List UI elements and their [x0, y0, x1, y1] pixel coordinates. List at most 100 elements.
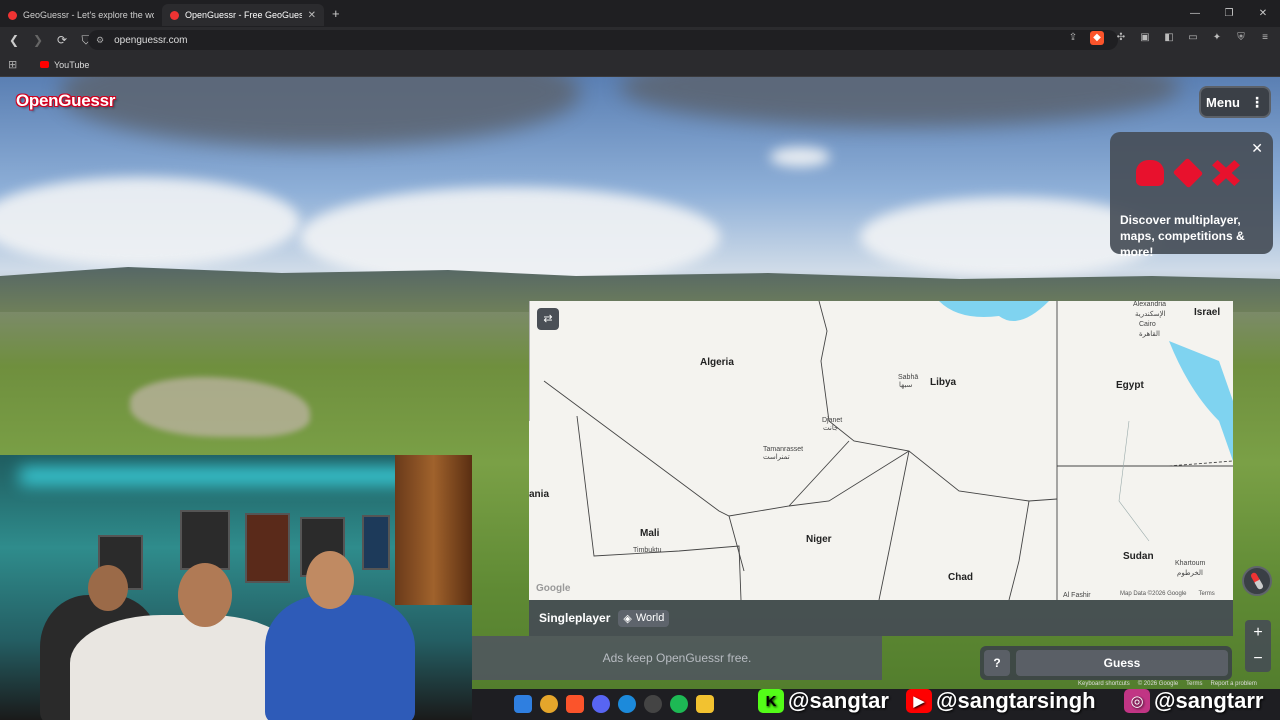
instagram-icon: ◎: [1124, 689, 1150, 713]
browser-menu-icon[interactable]: ≡: [1258, 31, 1272, 45]
edge-icon[interactable]: [618, 695, 636, 713]
tab-openguessr[interactable]: OpenGuessr - Free GeoGuess ✕: [162, 4, 324, 26]
kick-icon: K: [758, 689, 784, 713]
share-icon[interactable]: ⇪: [1066, 31, 1080, 45]
forward-icon[interactable]: ❯: [28, 33, 48, 47]
map-city: القاهرة: [1139, 331, 1160, 338]
guess-controls: ? Guess: [980, 646, 1232, 680]
close-tab-icon[interactable]: ✕: [308, 10, 316, 21]
map-city: تمنراست: [763, 454, 790, 461]
discord-icon[interactable]: [592, 695, 610, 713]
chrome-icon[interactable]: [540, 695, 558, 713]
address-toolbar: ❮ ❯ ⟳ ⛉ ⚙ openguessr.com ⇪ ◆ ✣ ▣ ◧ ▭ ✦ ⛨…: [0, 27, 1280, 53]
person-right: [265, 595, 415, 720]
youtube-handle: @sangtarsingh: [936, 688, 1096, 713]
map-city: Alexandria: [1133, 301, 1167, 308]
social-instagram: ◎ @sangtarr: [1124, 688, 1263, 714]
cloud: [60, 77, 580, 147]
tab-title: GeoGuessr - Let's explore the world!: [23, 10, 154, 20]
map-city: الخرطوم: [1177, 570, 1203, 577]
site-settings-icon[interactable]: ⚙: [96, 35, 104, 46]
back-icon[interactable]: ❮: [4, 33, 24, 47]
cloud: [770, 147, 830, 167]
map-label-country: Sudan: [1123, 551, 1154, 562]
restore-icon[interactable]: ❐: [1212, 0, 1246, 27]
close-icon[interactable]: ✕: [1251, 140, 1263, 157]
location-pin-icon: [8, 10, 17, 20]
brave-shield-icon[interactable]: ◆: [1090, 31, 1104, 45]
layers-icon: ◈: [623, 612, 632, 625]
map-name-badge[interactable]: ◈ World: [618, 609, 670, 627]
cloud: [620, 77, 1180, 127]
vpn-icon[interactable]: ⛨: [1234, 31, 1248, 45]
tab-geoguessr[interactable]: GeoGuessr - Let's explore the world!: [0, 4, 162, 26]
sidebar-icon[interactable]: ◧: [1162, 31, 1176, 45]
person-center-head: [178, 563, 232, 627]
zoom-in-button[interactable]: +: [1245, 620, 1271, 646]
map-label-country: Chad: [948, 572, 973, 583]
tab-title: OpenGuessr - Free GeoGuess: [185, 10, 302, 20]
toolbar-actions: ⇪ ◆ ✣ ▣ ◧ ▭ ✦ ⛨ ≡: [1066, 31, 1272, 45]
map-settings-button[interactable]: ⇄: [537, 308, 559, 330]
minimize-icon[interactable]: —: [1178, 0, 1212, 27]
extensions-icon[interactable]: ✣: [1114, 31, 1128, 45]
cube-icon: [1172, 157, 1204, 189]
footer-link[interactable]: Report a problem: [1211, 681, 1257, 687]
leo-icon[interactable]: ✦: [1210, 31, 1224, 45]
brave-icon[interactable]: [566, 695, 584, 713]
wallet-icon[interactable]: ▭: [1186, 31, 1200, 45]
youtube-icon: ▶: [906, 689, 932, 713]
guess-button[interactable]: Guess: [1016, 650, 1228, 676]
map-label-country: Israel: [1194, 307, 1221, 318]
file-explorer-icon[interactable]: [696, 695, 714, 713]
map-city: سبها: [899, 382, 913, 389]
map-city: Sabhā: [898, 374, 919, 381]
map-label-country: Niger: [806, 534, 832, 545]
zoom-controls: + −: [1245, 620, 1271, 672]
map-label-country: Libya: [930, 377, 957, 388]
footer-link[interactable]: Terms: [1186, 681, 1202, 687]
map-terms-link[interactable]: Terms: [1198, 591, 1214, 597]
reload-icon[interactable]: ⟳: [52, 33, 72, 47]
obs-icon[interactable]: [644, 695, 662, 713]
youtube-icon: [40, 61, 49, 68]
ad-placeholder: Ads keep OpenGuessr free.: [472, 636, 882, 680]
windows-start-icon[interactable]: [514, 695, 532, 713]
media-icon[interactable]: ▣: [1138, 31, 1152, 45]
footer-link[interactable]: Keyboard shortcuts: [1078, 681, 1130, 687]
screen: GeoGuessr - Let's explore the world! Ope…: [0, 0, 1280, 720]
taskbar-icons: [514, 695, 714, 713]
openguessr-favicon-icon: [170, 10, 179, 20]
bookmark-label: YouTube: [54, 59, 90, 70]
wall-poster: [245, 513, 290, 583]
map-city: Khartoum: [1175, 560, 1206, 567]
more-vertical-icon: ⋮: [1249, 93, 1264, 110]
instagram-handle: @sangtarr: [1154, 688, 1264, 713]
new-tab-icon[interactable]: +: [332, 6, 340, 21]
rocky-slope: [130, 377, 310, 437]
led-strip: [20, 467, 410, 485]
bookmarks-bar: ⊞ YouTube: [0, 53, 1280, 77]
person-left-head: [88, 565, 128, 611]
openguessr-logo[interactable]: OpenGuessr: [16, 91, 115, 111]
crossed-swords-icon: [1212, 160, 1240, 186]
url-bar[interactable]: ⚙ openguessr.com: [88, 30, 1118, 50]
bookmark-youtube[interactable]: YouTube: [40, 60, 89, 70]
map-city: Tamanrasset: [763, 446, 804, 453]
apps-grid-icon[interactable]: ⊞: [8, 58, 22, 71]
menu-button[interactable]: Menu ⋮: [1199, 86, 1271, 118]
map-city: Al Fashir: [1063, 592, 1091, 599]
map-data-text: Map Data ©2026 Google: [1120, 591, 1187, 597]
webcam-overlay: [0, 455, 472, 720]
map-city: الإسكندرية: [1135, 311, 1166, 318]
zoom-out-button[interactable]: −: [1245, 646, 1271, 672]
compass-icon[interactable]: [1242, 566, 1272, 596]
close-window-icon[interactable]: ✕: [1246, 0, 1280, 27]
help-button[interactable]: ?: [984, 650, 1010, 676]
map-city: جانت: [823, 425, 839, 432]
spotify-icon[interactable]: [670, 695, 688, 713]
social-youtube: ▶ @sangtarsingh: [906, 688, 1096, 714]
person-right-head: [306, 551, 354, 609]
promo-panel[interactable]: ✕ Discover multiplayer, maps, competitio…: [1110, 132, 1273, 259]
guess-map[interactable]: Algeria Libya Egypt Mali Niger Chad Suda…: [529, 301, 1233, 600]
